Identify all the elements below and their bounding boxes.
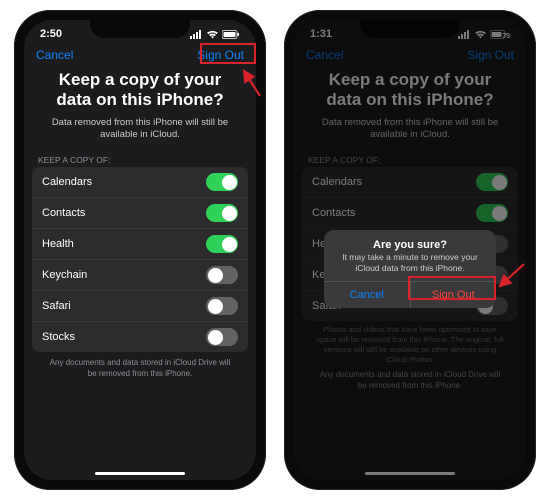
- toggle-switch[interactable]: [206, 235, 238, 253]
- list-row: Stocks: [32, 322, 248, 352]
- row-label: Stocks: [42, 331, 75, 343]
- toggle-switch[interactable]: [206, 204, 238, 222]
- section-header: KEEP A COPY OF:: [24, 149, 256, 167]
- toggle-switch[interactable]: [206, 297, 238, 315]
- cancel-button[interactable]: Cancel: [36, 48, 73, 62]
- list-row: Health: [32, 229, 248, 260]
- time-label: 2:50: [40, 28, 62, 40]
- list-row: Keychain: [32, 260, 248, 291]
- alert-title: Are you sure?: [324, 230, 496, 252]
- left-phone: 2:50 Cancel Sign Out Keep a copy of your…: [14, 10, 266, 490]
- list-row: Safari: [32, 291, 248, 322]
- toggle-knob: [222, 175, 237, 190]
- list-row: Contacts: [32, 198, 248, 229]
- row-label: Safari: [42, 300, 71, 312]
- row-label: Health: [42, 238, 74, 250]
- row-label: Keychain: [42, 269, 87, 281]
- row-label: Contacts: [42, 207, 85, 219]
- alert-buttons: Cancel Sign Out: [324, 281, 496, 308]
- alert-cancel-button[interactable]: Cancel: [324, 282, 410, 308]
- status-icons: [190, 30, 240, 39]
- alert-signout-button[interactable]: Sign Out: [410, 282, 497, 308]
- toggle-knob: [222, 206, 237, 221]
- right-phone: 1:31 73 Cancel Sign Out Keep a copy of y…: [284, 10, 536, 490]
- title-block: Keep a copy of your data on this iPhone?…: [24, 66, 256, 149]
- sign-out-button[interactable]: Sign Out: [197, 48, 244, 62]
- toggle-knob: [208, 299, 223, 314]
- alert-message: It may take a minute to remove your iClo…: [324, 252, 496, 281]
- home-indicator[interactable]: [95, 472, 185, 476]
- page-title: Keep a copy of your data on this iPhone?: [44, 70, 236, 111]
- toggle-knob: [208, 268, 223, 283]
- notch: [90, 20, 190, 38]
- battery-icon: [222, 30, 240, 39]
- data-copy-list: Calendars Contacts Health Keychain Safari Sto…: [32, 167, 248, 352]
- right-screen: 1:31 73 Cancel Sign Out Keep a copy of y…: [294, 20, 526, 480]
- signal-icon: [190, 30, 203, 39]
- nav-bar: Cancel Sign Out: [24, 42, 256, 66]
- left-screen: 2:50 Cancel Sign Out Keep a copy of your…: [24, 20, 256, 480]
- wifi-icon: [206, 30, 219, 39]
- row-label: Calendars: [42, 176, 92, 188]
- confirm-alert: Are you sure? It may take a minute to re…: [324, 230, 496, 308]
- toggle-knob: [208, 330, 223, 345]
- toggle-switch[interactable]: [206, 328, 238, 346]
- page-subtitle: Data removed from this iPhone will still…: [44, 117, 236, 142]
- toggle-switch[interactable]: [206, 266, 238, 284]
- list-row: Calendars: [32, 167, 248, 198]
- toggle-knob: [222, 237, 237, 252]
- footnote: Any documents and data stored in iCloud …: [24, 352, 256, 385]
- toggle-switch[interactable]: [206, 173, 238, 191]
